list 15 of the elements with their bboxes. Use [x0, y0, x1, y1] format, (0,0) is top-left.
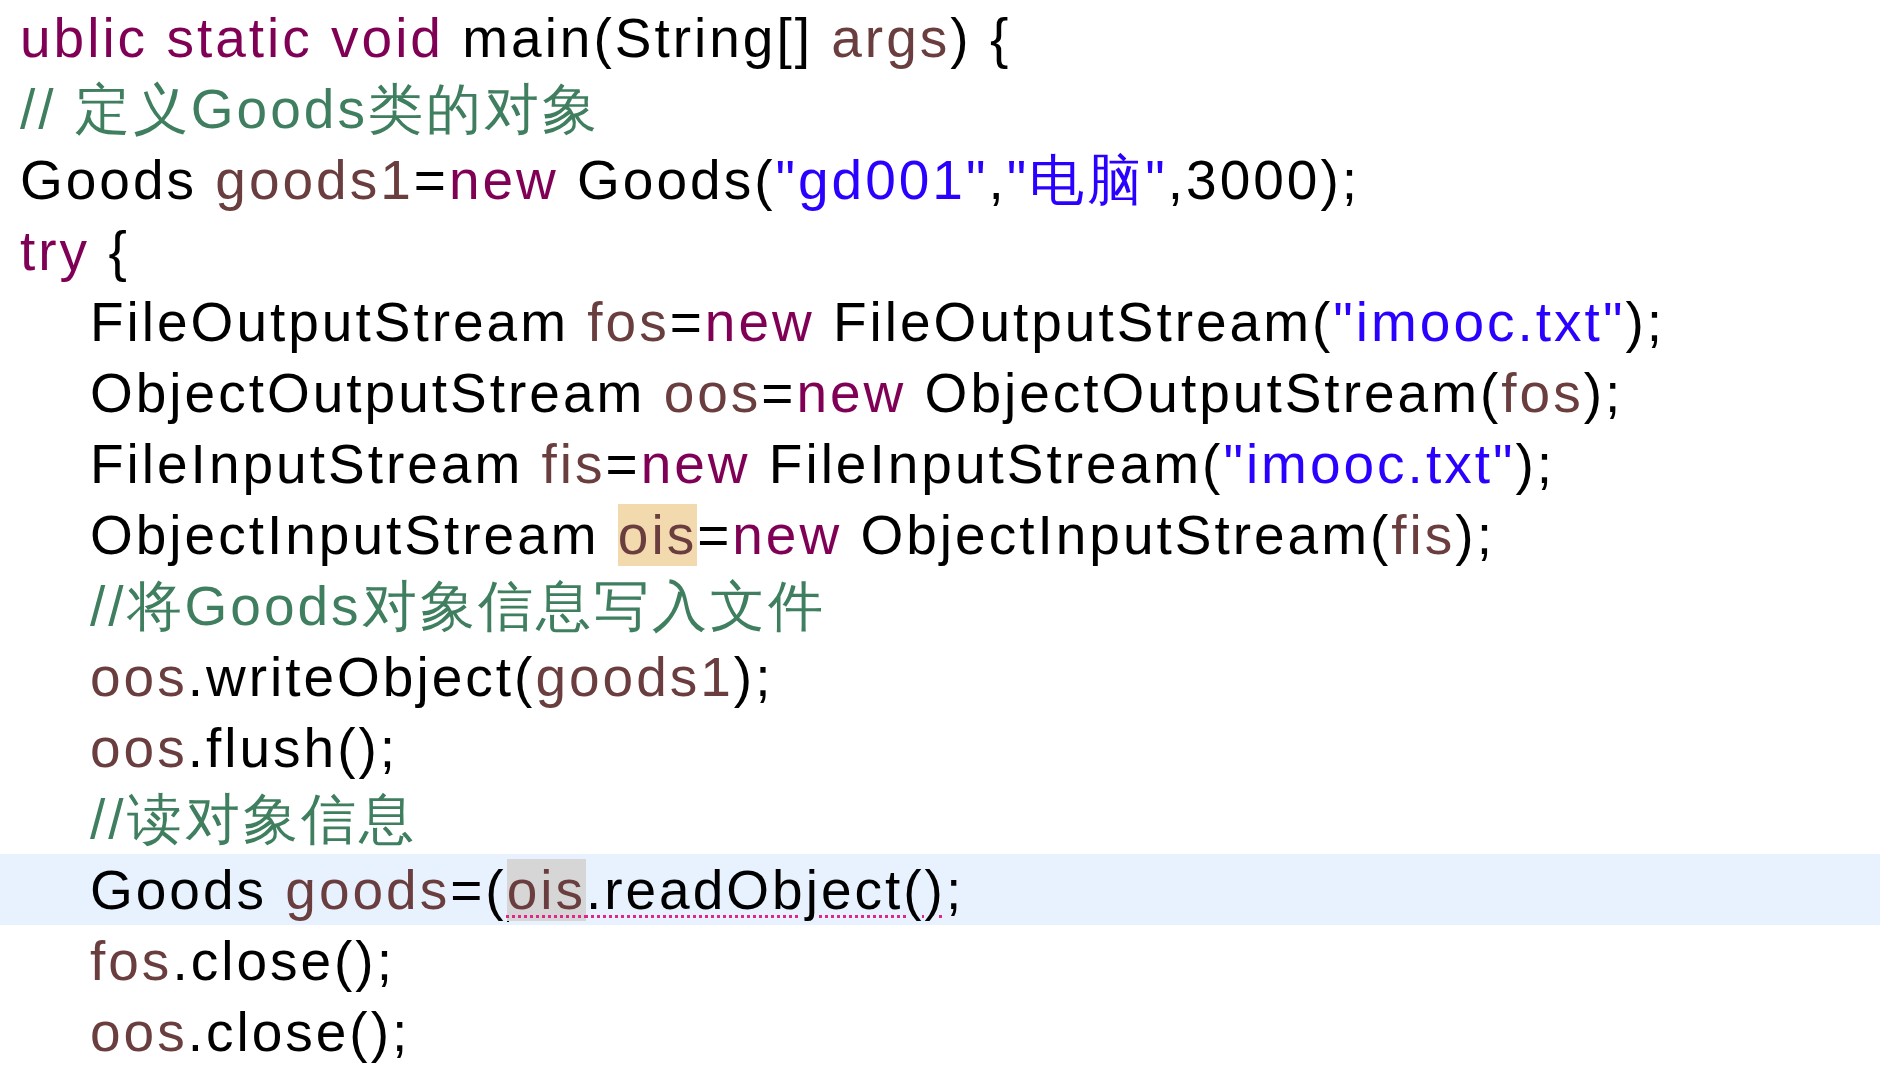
code-line: fos.close();: [90, 928, 395, 994]
code-line: FileOutputStream fos=new FileOutputStream("imooc.txt");: [90, 289, 1666, 355]
code-line: ObjectInputStream ois=new ObjectInputStream(fis);: [90, 502, 1495, 568]
code-line: FileInputStream fis=new FileInputStream("imooc.txt");: [90, 431, 1556, 497]
code-line: oos.close();: [90, 999, 411, 1065]
code-line: //读对象信息: [90, 786, 417, 852]
code-line: Goods goods1=new Goods("gd001","电脑",3000);: [20, 147, 1361, 213]
code-line: oos.writeObject(goods1);: [90, 644, 774, 710]
code-line: Goods goods=(ois.readObject();: [90, 857, 965, 924]
code-line: oos.flush();: [90, 715, 399, 781]
code-line: ublic static void main(String[] args) {: [20, 5, 1012, 71]
code-line: try {: [20, 218, 130, 284]
code-line: //将Goods对象信息写入文件: [90, 573, 826, 639]
code-line: ObjectOutputStream oos=new ObjectOutputStream(fos);: [90, 360, 1624, 426]
code-line: // 定义Goods类的对象: [20, 76, 600, 142]
